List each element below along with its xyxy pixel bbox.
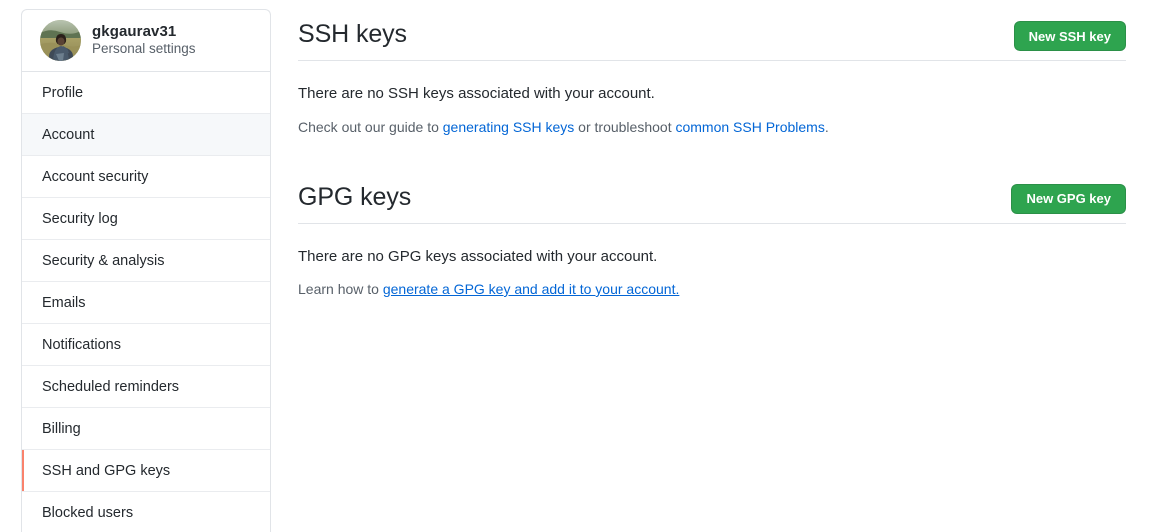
gpg-empty-message: There are no GPG keys associated with yo… (298, 247, 658, 265)
sidebar-item-security-log[interactable]: Security log (22, 198, 270, 240)
gpg-help-prefix: Learn how to (298, 281, 383, 297)
common-ssh-problems-link[interactable]: common SSH Problems (675, 119, 824, 135)
ssh-keys-section: SSH keys New SSH key There are no SSH ke… (298, 0, 1126, 138)
profile-text: gkgaurav31 Personal settings (92, 23, 196, 57)
ssh-help-text: Check out our guide to generating SSH ke… (298, 106, 1126, 138)
sidebar-item-billing[interactable]: Billing (22, 408, 270, 450)
new-ssh-key-button[interactable]: New SSH key (1013, 21, 1126, 51)
avatar (40, 19, 81, 61)
sidebar-item-scheduled-reminders[interactable]: Scheduled reminders (22, 366, 270, 408)
settings-sidebar: gkgaurav31 Personal settings Profile Acc… (21, 9, 271, 532)
ssh-section-header: SSH keys New SSH key (298, 19, 1126, 61)
sidebar-item-account-security[interactable]: Account security (22, 156, 270, 198)
ssh-help-middle: or troubleshoot (574, 118, 676, 135)
gpg-keys-title: GPG keys (298, 182, 412, 211)
user-photo-avatar-icon (40, 19, 81, 61)
generating-ssh-keys-link[interactable]: generating SSH keys (443, 119, 575, 135)
profile-username: gkgaurav31 (92, 23, 177, 41)
sidebar-item-blocked-users[interactable]: Blocked users (22, 492, 270, 532)
profile-header[interactable]: gkgaurav31 Personal settings (22, 10, 270, 72)
sidebar-item-security-and-analysis[interactable]: Security & analysis (22, 240, 270, 282)
ssh-help-prefix: Check out our guide to (298, 118, 443, 135)
sidebar-item-profile[interactable]: Profile (22, 72, 270, 114)
sidebar-item-notifications[interactable]: Notifications (22, 324, 270, 366)
ssh-help-suffix: . (824, 118, 829, 135)
sidebar-item-account[interactable]: Account (22, 114, 270, 156)
settings-page: gkgaurav31 Personal settings Profile Acc… (0, 0, 1167, 532)
sidebar-item-ssh-and-gpg-keys[interactable]: SSH and GPG keys (22, 450, 270, 492)
generate-gpg-key-link[interactable]: generate a GPG key and add it to your ac… (383, 281, 680, 297)
gpg-keys-section: GPG keys New GPG key There are no GPG ke… (298, 138, 1126, 301)
ssh-empty-message: There are no SSH keys associated with yo… (298, 85, 655, 102)
sidebar-item-emails[interactable]: Emails (22, 282, 270, 324)
settings-nav: Profile Account Account security Securit… (22, 72, 270, 532)
main-content: SSH keys New SSH key There are no SSH ke… (298, 0, 1126, 300)
ssh-keys-title: SSH keys (298, 20, 407, 48)
gpg-help-text: Learn how to generate a GPG key and add … (298, 268, 1126, 300)
profile-subtitle: Personal settings (92, 41, 196, 57)
new-gpg-key-button[interactable]: New GPG key (1011, 183, 1126, 214)
gpg-section-header: GPG keys New GPG key (298, 182, 1126, 224)
